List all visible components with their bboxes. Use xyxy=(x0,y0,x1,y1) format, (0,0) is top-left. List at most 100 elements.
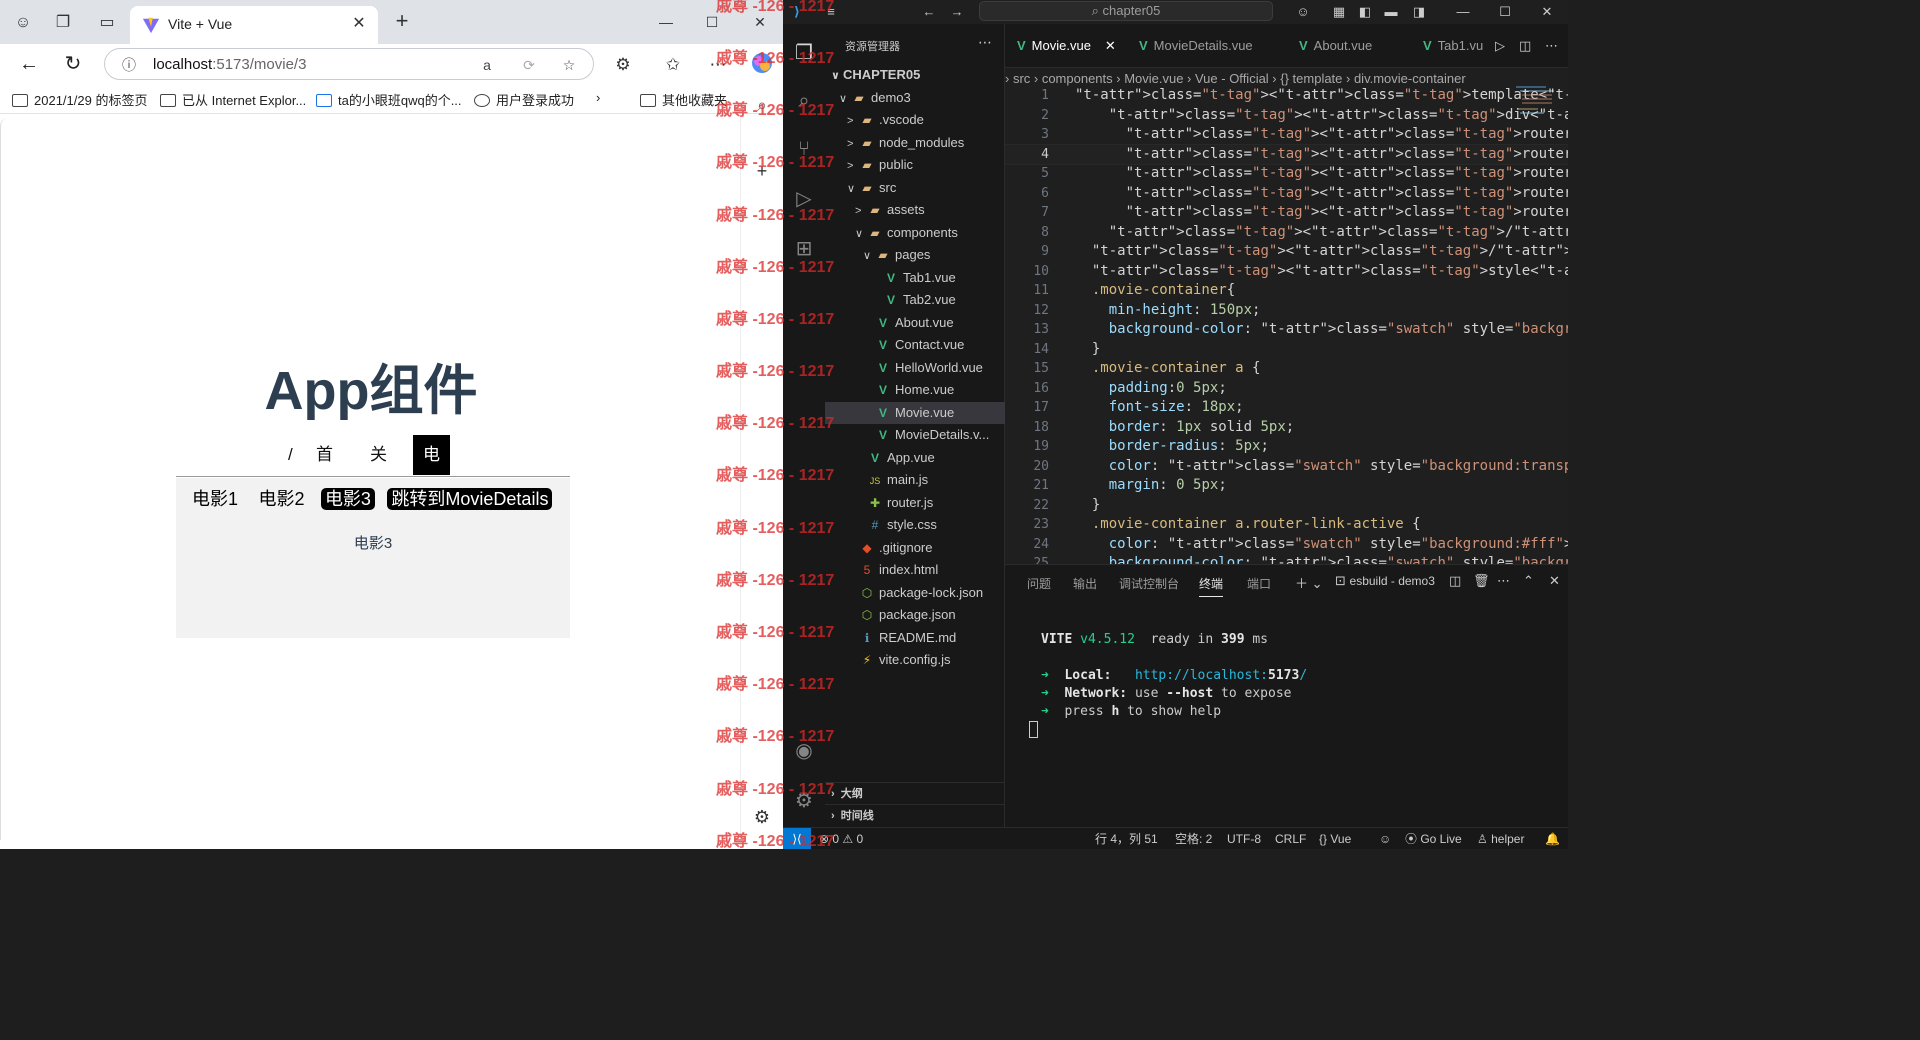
toggle-sidebar-icon[interactable]: ◧ xyxy=(1355,2,1375,22)
account-icon[interactable]: ◉ xyxy=(789,736,819,766)
copilot-status-icon[interactable]: ☺ xyxy=(1379,828,1391,849)
more-menu-icon[interactable]: ⋯ xyxy=(705,52,731,78)
code-line[interactable]: 22 } xyxy=(1005,496,1568,516)
code-line[interactable]: 9 "t-attr">class="t-tag"><"t-attr">class… xyxy=(1005,242,1568,262)
notifications-bell-icon[interactable]: 🔔 xyxy=(1545,828,1560,849)
tree-item[interactable]: ℹ README.md xyxy=(825,627,1005,649)
code-editor[interactable]: 1 "t-attr">class="t-tag"><"t-attr">class=… xyxy=(1005,86,1568,564)
tree-item[interactable]: ∨ ▰ demo3 xyxy=(825,87,1005,109)
bookmark-other-folder[interactable]: 其他收藏夹 xyxy=(640,90,727,109)
tab-actions-icon[interactable]: ▭ xyxy=(96,12,118,34)
back-icon[interactable]: ← xyxy=(16,52,42,78)
status-indentation[interactable]: 空格: 2 xyxy=(1175,828,1212,849)
search-icon[interactable]: ⌕ xyxy=(789,86,819,116)
new-terminal-icon[interactable]: ＋ ⌄ xyxy=(1295,573,1323,592)
movie-link-1[interactable]: 电影1 xyxy=(188,488,242,510)
code-line[interactable]: 10 "t-attr">class="t-tag"><"t-attr">clas… xyxy=(1005,262,1568,282)
panel-more-icon[interactable]: ⋯ xyxy=(1497,573,1510,589)
tree-item[interactable]: ◆ .gitignore xyxy=(825,537,1005,559)
panel-tab-output[interactable]: 输出 xyxy=(1073,575,1097,592)
tree-item[interactable]: V Tab1.vue xyxy=(825,267,1005,289)
code-line[interactable]: 15 .movie-container a { xyxy=(1005,359,1568,379)
tree-item[interactable]: > ▰ public xyxy=(825,154,1005,176)
search-icon[interactable]: ⌕ xyxy=(749,92,775,118)
panel-tab-debug-console[interactable]: 调试控制台 xyxy=(1119,575,1179,592)
code-line[interactable]: 4 "t-attr">class="t-tag"><"t-attr">class… xyxy=(1005,143,1568,165)
panel-tab-problems[interactable]: 问题 xyxy=(1027,575,1051,592)
close-panel-icon[interactable]: ✕ xyxy=(1549,573,1560,589)
code-line[interactable]: 11 .movie-container{ xyxy=(1005,281,1568,301)
movie-link-2[interactable]: 电影2 xyxy=(254,488,308,510)
tree-item[interactable]: ∨ CHAPTER05 xyxy=(825,64,1005,86)
minimap[interactable] xyxy=(1516,86,1556,126)
status-eol[interactable]: CRLF xyxy=(1275,828,1306,849)
tree-item[interactable]: ⬡ package.json xyxy=(825,604,1005,626)
remote-indicator-icon[interactable]: ⟩⟨ xyxy=(783,828,811,849)
split-editor-icon[interactable]: ◫ xyxy=(1519,32,1531,60)
tree-item[interactable]: V MovieDetails.v... xyxy=(825,424,1005,446)
address-input[interactable]: ⓘ localhost:5173/movie/3 a ⟳ ☆ xyxy=(104,48,594,80)
bookmark-item[interactable]: ta的小眼班qwq的个... xyxy=(316,90,462,109)
nav-link-root[interactable]: / xyxy=(288,435,293,475)
code-line[interactable]: 13 background-color: "t-attr">class="swa… xyxy=(1005,320,1568,340)
code-line[interactable]: 23 .movie-container a.router-link-active… xyxy=(1005,515,1568,535)
refresh-icon[interactable]: ↻ xyxy=(60,52,86,78)
tree-item[interactable]: ✚ router.js xyxy=(825,492,1005,514)
code-line[interactable]: 1 "t-attr">class="t-tag"><"t-attr">class=… xyxy=(1005,86,1568,106)
editor-more-icon[interactable]: ⋯ xyxy=(1545,32,1558,60)
tree-item[interactable]: V About.vue xyxy=(825,312,1005,334)
movie-details-link[interactable]: 跳转到MovieDetails xyxy=(387,488,553,510)
movie-link-3[interactable]: 电影3 xyxy=(320,488,375,510)
status-helper[interactable]: ♙ helper xyxy=(1477,828,1524,849)
tree-item[interactable]: 5 index.html xyxy=(825,559,1005,581)
maximize-panel-icon[interactable]: ⌃ xyxy=(1523,573,1534,589)
bookmark-item[interactable]: 用户登录成功 xyxy=(474,90,574,109)
explorer-more-icon[interactable]: ⋯ xyxy=(978,34,992,51)
code-line[interactable]: 7 "t-attr">class="t-tag"><"t-attr">class… xyxy=(1005,203,1568,223)
outline-section[interactable]: › 大纲 xyxy=(825,782,1005,804)
status-encoding[interactable]: UTF-8 xyxy=(1227,828,1261,849)
tree-item[interactable]: JS main.js xyxy=(825,469,1005,491)
nav-link-home[interactable]: 首页 xyxy=(316,435,333,504)
code-line[interactable]: 20 color: "t-attr">class="swatch" style=… xyxy=(1005,457,1568,477)
code-line[interactable]: 21 margin: 0 5px; xyxy=(1005,476,1568,496)
nav-link-about[interactable]: 关于 xyxy=(370,435,387,504)
command-center-search[interactable]: ⌕ chapter05 xyxy=(979,1,1273,21)
terminal-output[interactable]: VITE v4.5.12 ready in 399 ms ➜ Local: ht… xyxy=(1029,631,1307,739)
split-terminal-icon[interactable]: ◫ xyxy=(1449,573,1461,589)
minimize-icon[interactable]: — xyxy=(1453,2,1473,22)
code-line[interactable]: 24 color: "t-attr">class="swatch" style=… xyxy=(1005,535,1568,555)
tree-item[interactable]: V Contact.vue xyxy=(825,334,1005,356)
panel-tab-terminal[interactable]: 终端 xyxy=(1199,575,1224,597)
tree-item[interactable]: V Movie.vue xyxy=(825,401,1005,424)
workspaces-icon[interactable]: ❐ xyxy=(52,12,74,34)
tree-item[interactable]: > ▰ .vscode xyxy=(825,109,1005,131)
tree-item[interactable]: ∨ ▰ components xyxy=(825,222,1005,244)
code-line[interactable]: 6 "t-attr">class="t-tag"><"t-attr">class… xyxy=(1005,184,1568,204)
tab-vite-vue[interactable]: Vite + Vue ✕ xyxy=(130,6,378,44)
status-language[interactable]: {} Vue xyxy=(1319,828,1351,849)
explorer-icon[interactable]: ❐ xyxy=(789,38,819,68)
favorites-icon[interactable]: ✩ xyxy=(660,52,686,78)
tree-item[interactable]: > ▰ assets xyxy=(825,199,1005,221)
toggle-secondary-sidebar-icon[interactable]: ◨ xyxy=(1409,2,1429,22)
code-line[interactable]: 25 background-color: "t-attr">class="swa… xyxy=(1005,554,1568,564)
close-window-icon[interactable]: ✕ xyxy=(748,10,772,34)
extensions-icon[interactable]: ⊞ xyxy=(789,234,819,264)
go-forward-icon[interactable]: → xyxy=(947,2,967,22)
code-line[interactable]: 8 "t-attr">class="t-tag"><"t-attr">class… xyxy=(1005,223,1568,243)
code-line[interactable]: 2 "t-attr">class="t-tag"><"t-attr">class… xyxy=(1005,106,1568,126)
nav-link-movie[interactable]: 电影 xyxy=(413,435,450,504)
favorite-star-icon[interactable]: ☆ xyxy=(559,55,579,75)
tree-item[interactable]: V Tab2.vue xyxy=(825,289,1005,311)
tab-close-icon[interactable]: ✕ xyxy=(1105,38,1116,53)
bookmark-item[interactable]: 2021/1/29 的标签页 xyxy=(12,90,147,109)
site-info-icon[interactable]: ⓘ xyxy=(119,55,139,75)
code-line[interactable]: 12 min-height: 150px; xyxy=(1005,301,1568,321)
tree-item[interactable]: ∨ ▰ src xyxy=(825,177,1005,199)
maximize-icon[interactable]: ☐ xyxy=(1495,2,1515,22)
panel-tab-ports[interactable]: 端口 xyxy=(1247,575,1271,592)
tab-close-icon[interactable]: ✕ xyxy=(348,13,370,35)
tree-item[interactable]: V Home.vue xyxy=(825,379,1005,401)
toggle-panel-icon[interactable]: ▬ xyxy=(1381,2,1401,22)
